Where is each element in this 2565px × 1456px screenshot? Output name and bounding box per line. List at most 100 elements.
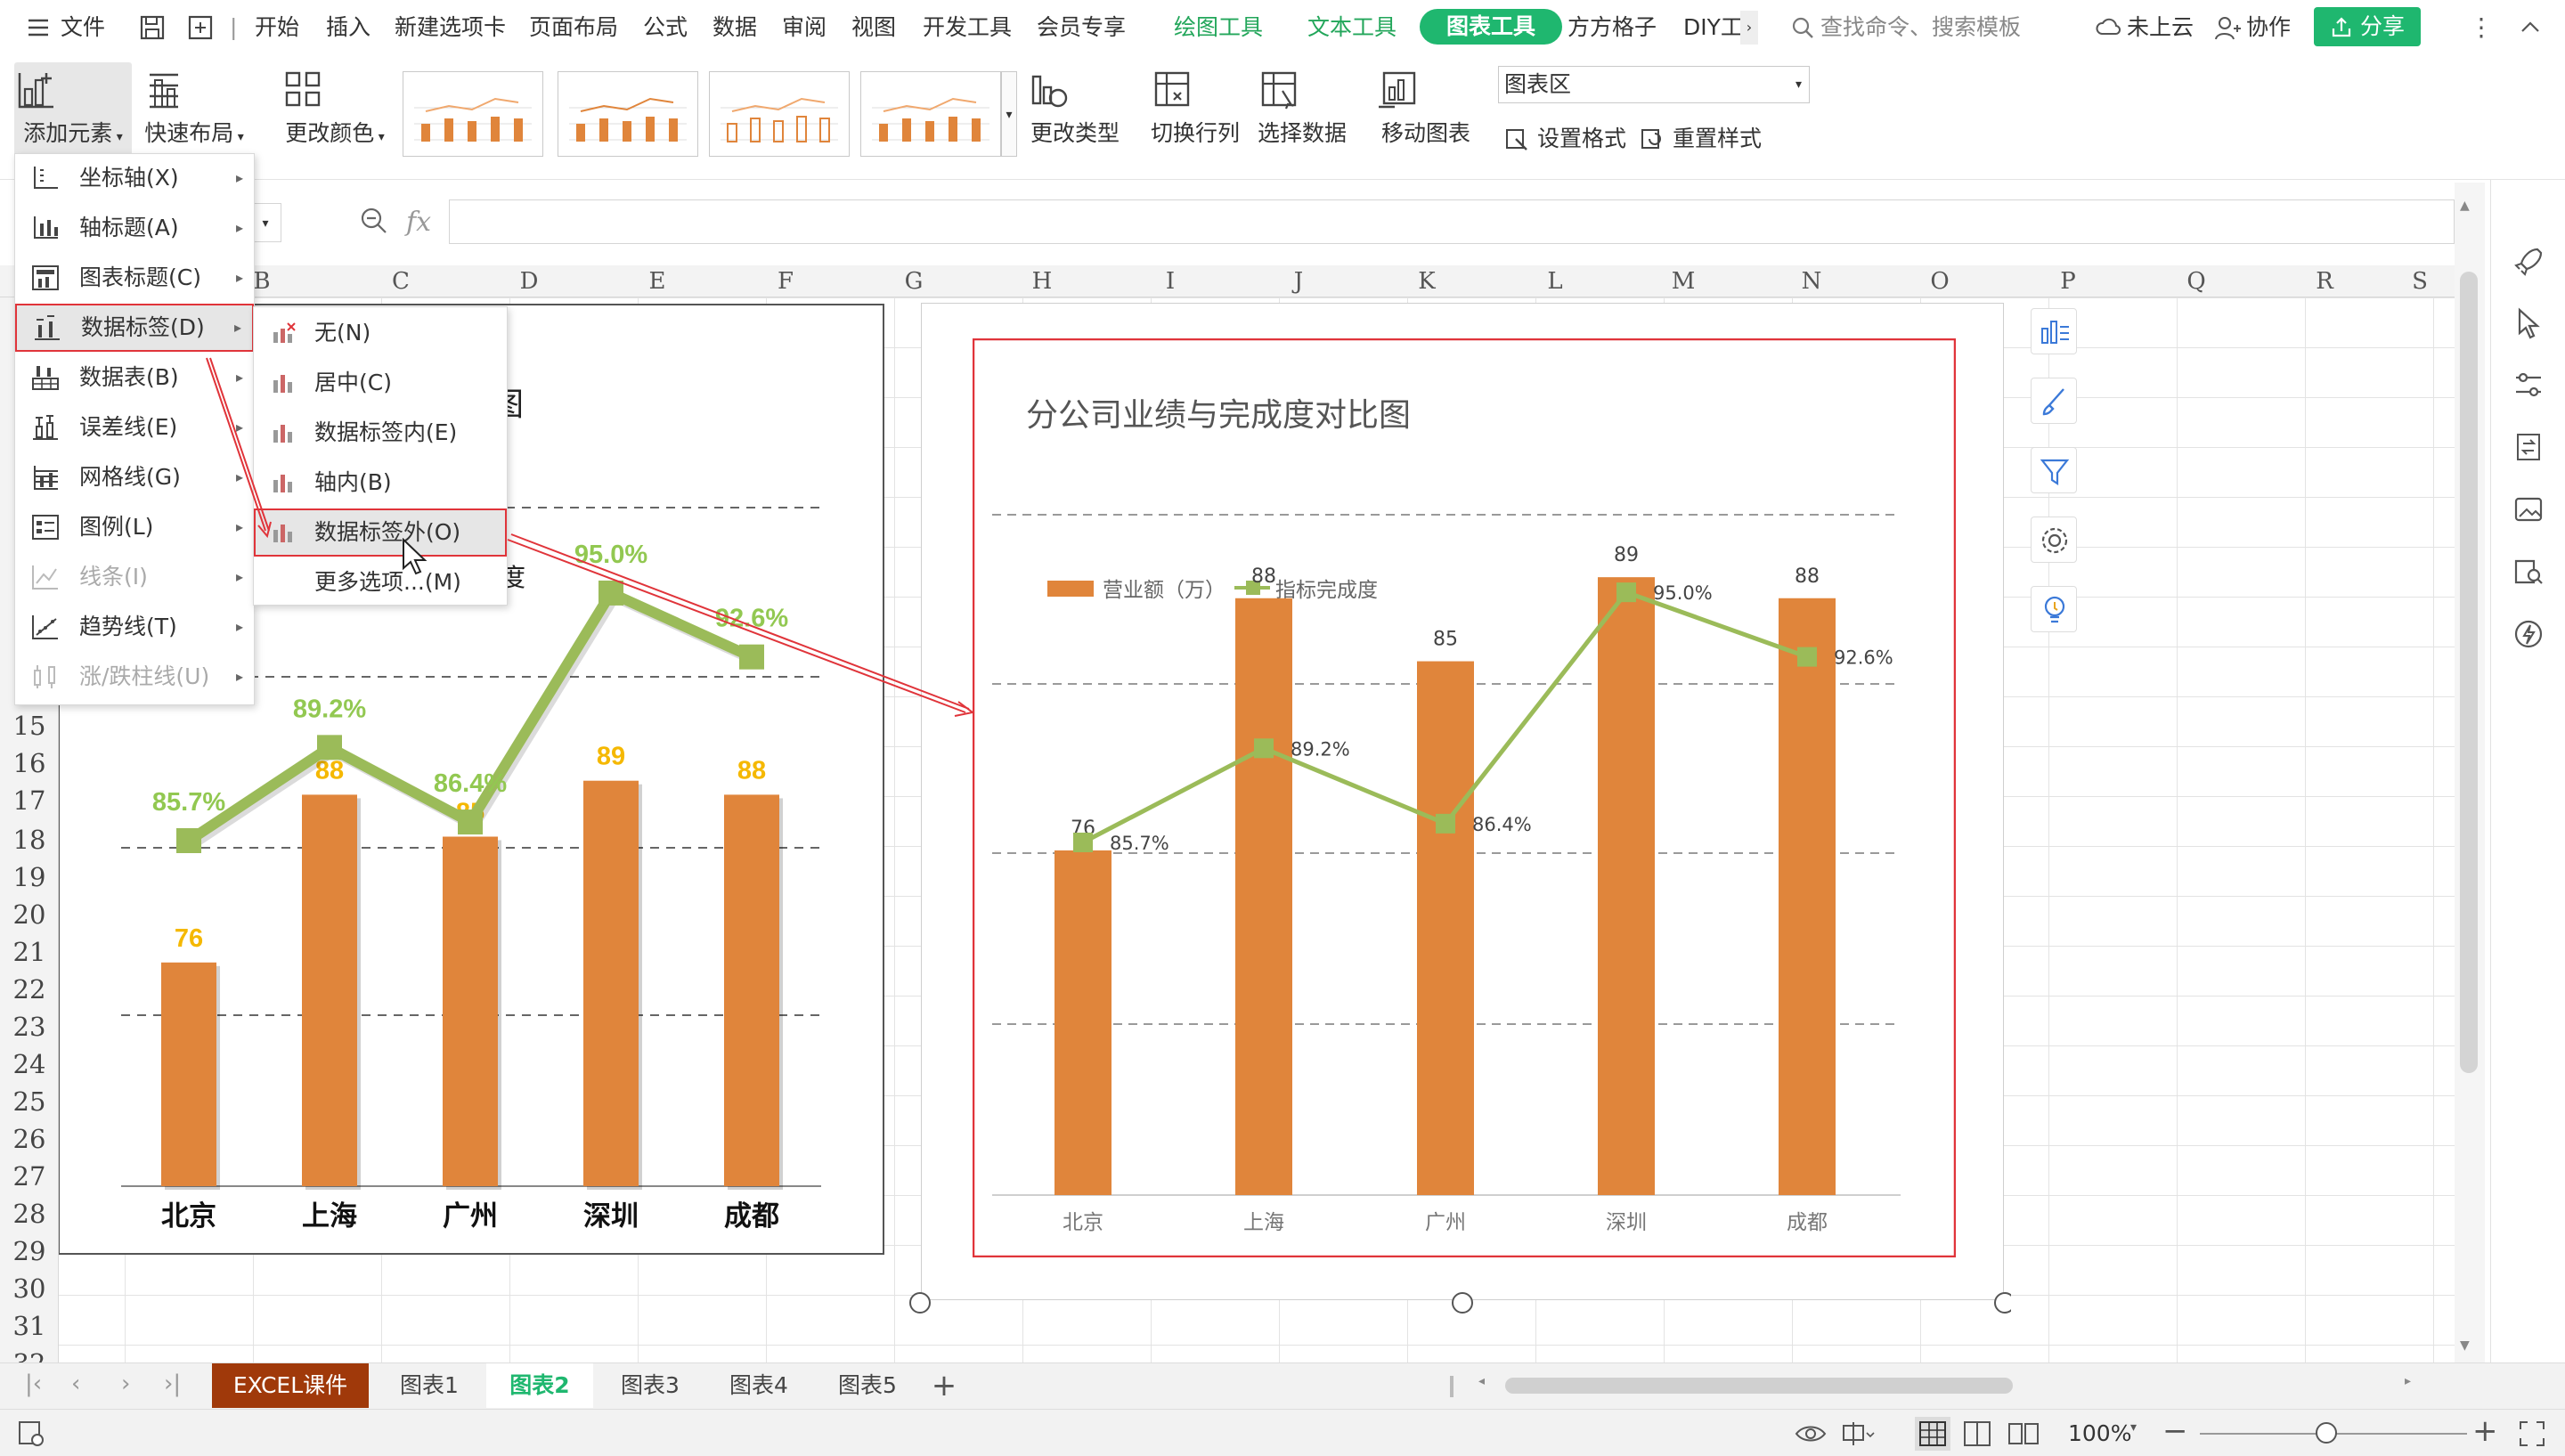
macro-record-icon[interactable] [16,1419,46,1449]
submenu-item-inside-base[interactable]: 轴内(B) [254,459,507,507]
search-icon[interactable] [1790,12,1815,43]
menu-item-data-table[interactable]: 数据表(B) ▸ [15,354,254,402]
row-header[interactable]: 32 [0,1348,59,1362]
sliders-icon[interactable] [2511,367,2546,403]
collab-icon[interactable] [2214,12,2241,43]
cloud-icon[interactable] [2095,12,2121,43]
image-tools-icon[interactable] [2511,492,2546,527]
col-header[interactable]: O [1876,265,2004,297]
tab-data[interactable]: 数据 [712,12,757,43]
col-header[interactable]: F [721,265,850,297]
selection-handles[interactable] [907,1289,2011,1316]
row-header[interactable]: 29 [0,1236,59,1266]
formula-input[interactable] [449,199,2455,244]
submenu-item-more-options[interactable]: 更多选项...(M) [254,558,507,606]
tab-insert[interactable]: 插入 [326,12,370,43]
zoom-in-icon[interactable]: + [2472,1413,2498,1449]
row-header[interactable]: 20 [0,899,59,930]
sheet-tab[interactable]: 图表4 [707,1363,810,1408]
tab-drawing-tools[interactable]: 绘图工具 [1174,12,1263,43]
chart-settings-side-button[interactable] [2031,517,2077,563]
scroll-down-icon[interactable]: ▼ [2460,1338,2470,1353]
row-header[interactable]: 15 [0,711,59,741]
tab-review[interactable]: 审阅 [782,12,826,43]
chart-style-side-button[interactable] [2031,378,2077,424]
save-icon[interactable] [139,12,166,43]
sheet-tab-active[interactable]: 图表2 [486,1363,593,1408]
zoom-level[interactable]: 100% [2068,1420,2131,1446]
col-header[interactable]: J [1234,265,1363,297]
row-header[interactable]: 22 [0,974,59,1005]
col-header[interactable]: G [850,265,978,297]
chart-style-thumb-4[interactable] [860,71,1001,157]
tab-new[interactable]: 新建选项卡 [395,12,506,43]
next-sheet-icon[interactable]: › [121,1371,130,1397]
row-header[interactable]: 24 [0,1049,59,1079]
collab-button[interactable]: 协作 [2246,12,2291,43]
row-header[interactable]: 30 [0,1273,59,1304]
menu-item-axis-title[interactable]: 轴标题(A) ▸ [15,204,254,252]
row-header[interactable]: 26 [0,1124,59,1154]
sheet-tab[interactable]: EXCEL课件 [212,1363,369,1408]
col-header[interactable]: Q [2132,265,2260,297]
col-header[interactable]: P [2004,265,2132,297]
tab-diy[interactable]: DIY工 [1683,12,1743,43]
row-header[interactable]: 23 [0,1012,59,1042]
zoom-search-icon[interactable] [358,205,390,237]
cursor-select-icon[interactable] [2511,305,2546,340]
menu-item-chart-title[interactable]: 图表标题(C) ▸ [15,254,254,302]
first-sheet-icon[interactable]: |‹ [25,1371,42,1397]
tab-home[interactable]: 开始 [255,12,299,43]
chart-ideas-side-button[interactable] [2031,586,2077,632]
chart-element-select[interactable]: 图表区 ▾ [1498,66,1810,103]
reset-style-button[interactable]: 重置样式 [1639,121,1763,153]
submenu-item-center[interactable]: 居中(C) [254,359,507,407]
chart-elements-side-button[interactable] [2031,308,2077,354]
row-header[interactable]: 31 [0,1311,59,1341]
right-chart[interactable]: 分公司业绩与完成度对比图 营业额（万） 指标完成度 7688858988 85.… [973,338,1956,1257]
set-format-button[interactable]: 设置格式 [1503,121,1628,153]
row-header[interactable]: 27 [0,1161,59,1192]
row-header[interactable]: 19 [0,862,59,892]
zoom-slider-thumb[interactable] [2316,1422,2337,1444]
book-search-icon[interactable] [2511,554,2546,590]
file-menu[interactable]: 文件 [61,12,105,43]
hamburger-icon[interactable] [27,12,53,43]
fullscreen-icon[interactable] [2517,1419,2547,1449]
tab-chart-tools[interactable]: 图表工具 [1420,9,1563,45]
menu-item-trendline[interactable]: 趋势线(T) ▸ [15,603,254,651]
add-sheet-icon[interactable]: + [926,1363,962,1408]
submenu-item-inside-end[interactable]: 数据标签内(E) [254,409,507,457]
horizontal-scroll-thumb[interactable] [1505,1378,2013,1394]
more-dots-icon[interactable]: ⋮ [2469,12,2494,43]
page-break-view-icon[interactable] [1959,1417,1995,1451]
transfer-icon[interactable] [2511,429,2546,465]
tab-member[interactable]: 会员专享 [1037,12,1126,43]
menu-item-data-labels[interactable]: 数据标签(D) ▸ [15,304,254,352]
eye-protection-icon[interactable] [1794,1419,1828,1449]
zoom-dropdown-icon[interactable]: ▾ [2130,1420,2137,1435]
collapse-ribbon-icon[interactable] [2519,12,2542,43]
sheet-tab[interactable]: 图表5 [816,1363,919,1408]
quick-layout-button[interactable]: 快速布局 ▾ [142,68,246,148]
tab-text-tools[interactable]: 文本工具 [1307,12,1396,43]
menu-item-axis[interactable]: 坐标轴(X) ▸ [15,154,254,202]
split-handle[interactable] [1450,1376,1454,1397]
share-button[interactable]: 分享 [2314,7,2421,46]
col-header[interactable]: D [465,265,593,297]
vertical-scroll-thumb[interactable] [2460,272,2478,1073]
vertical-scrollbar[interactable]: ▲ ▼ [2455,183,2485,1362]
scroll-right-icon[interactable]: ▸ [2405,1374,2411,1388]
change-type-button[interactable]: 更改类型 [1026,68,1124,148]
col-header[interactable]: K [1363,265,1491,297]
col-header[interactable]: S [2389,265,2451,297]
change-color-button[interactable]: 更改颜色 ▾ [281,68,388,148]
tab-page-layout[interactable]: 页面布局 [529,12,618,43]
normal-view-icon[interactable] [1915,1417,1950,1451]
scroll-left-icon[interactable]: ◂ [1478,1374,1485,1388]
col-header[interactable]: L [1491,265,1619,297]
row-header[interactable]: 17 [0,785,59,816]
tab-formula[interactable]: 公式 [643,12,688,43]
zoom-out-icon[interactable]: − [2162,1413,2188,1449]
submenu-item-outside-end[interactable]: 数据标签外(O) [254,508,507,557]
